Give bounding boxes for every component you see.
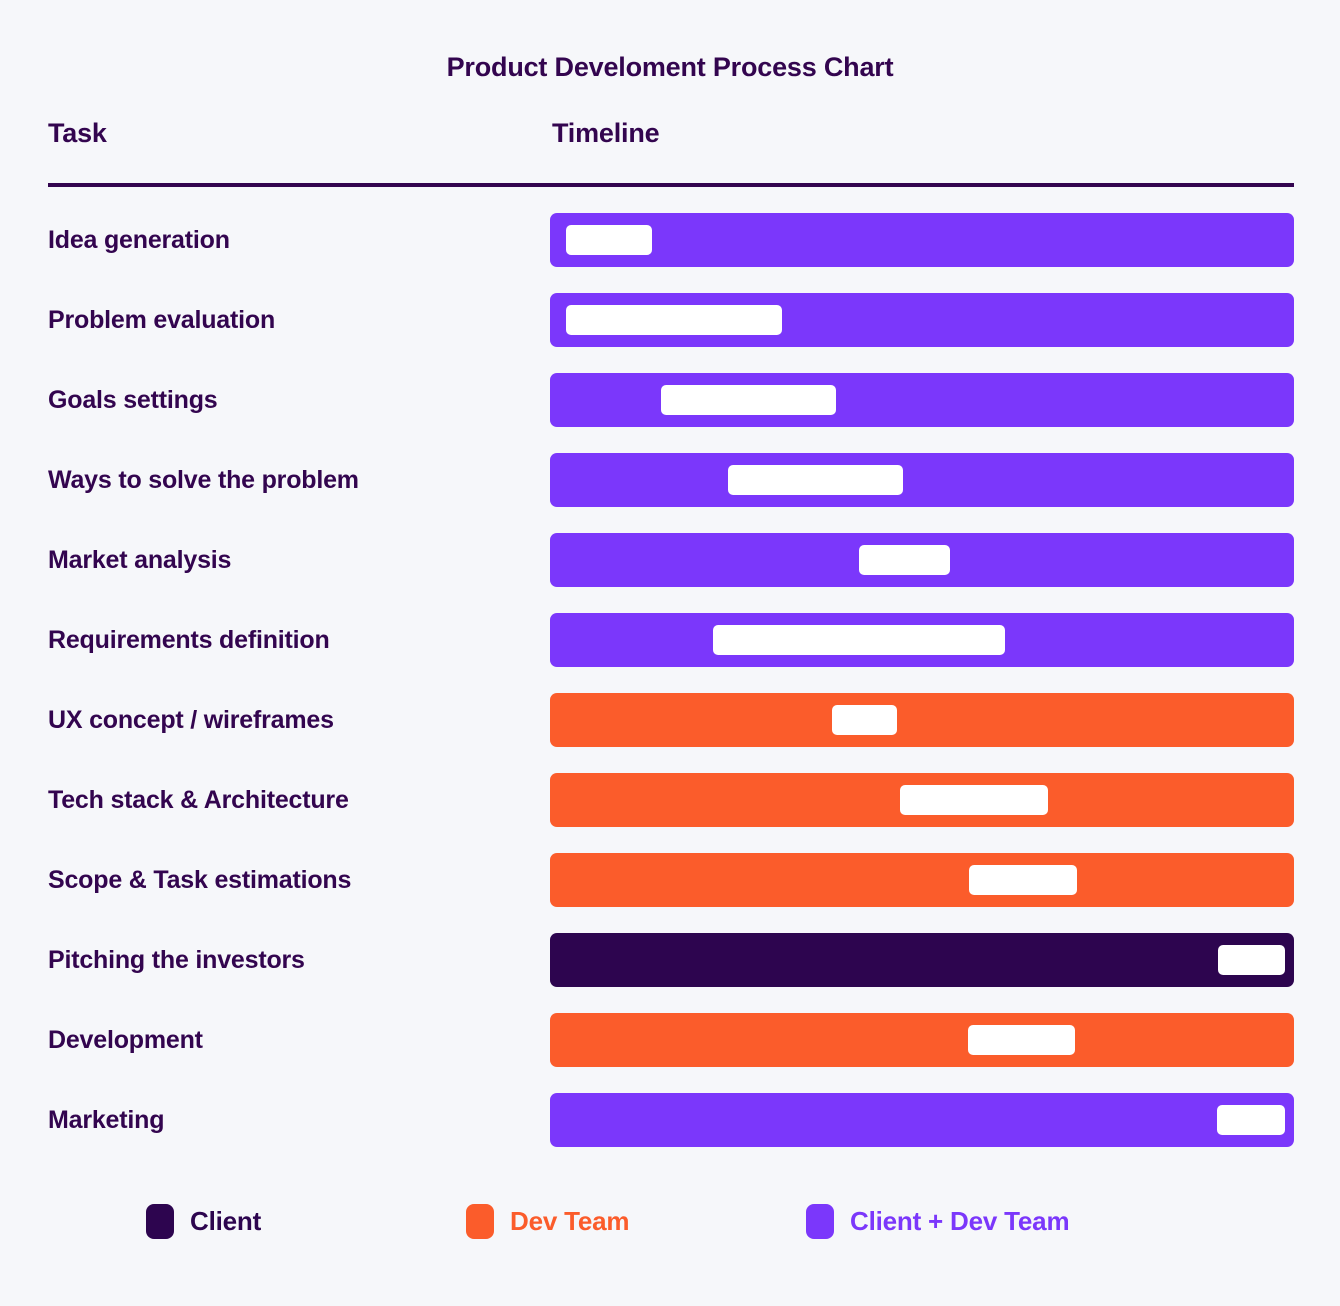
table-row: Tech stack & Architecture [0, 773, 1340, 853]
timeline-bar[interactable] [550, 693, 1294, 747]
timeline-duration-marker[interactable] [566, 305, 783, 335]
page-title: Product Develoment Process Chart [446, 52, 894, 82]
table-row: Goals settings [0, 373, 1340, 453]
timeline-duration-marker[interactable] [712, 625, 1006, 655]
task-label: Market analysis [48, 546, 232, 574]
task-label: Tech stack & Architecture [48, 786, 349, 814]
table-row: Marketing [0, 1093, 1340, 1173]
timeline-bar[interactable] [550, 373, 1294, 427]
legend-swatch-icon [146, 1203, 174, 1239]
gantt-chart-page: Product Develoment Process Chart Task Ti… [0, 0, 1340, 1306]
column-header-task: Task [48, 118, 107, 148]
legend-label: Dev Team [510, 1205, 630, 1236]
timeline-bar[interactable] [550, 213, 1294, 267]
task-label: Idea generation [48, 226, 230, 254]
task-label: Pitching the investors [48, 946, 305, 974]
task-label: Requirements definition [48, 626, 330, 654]
table-row: Idea generation [0, 213, 1340, 293]
table-row: Market analysis [0, 533, 1340, 613]
task-rows: Idea generation Problem evaluation Goals s… [0, 213, 1340, 1173]
legend-item-client[interactable]: Client [146, 1196, 261, 1246]
legend-label: Client [190, 1205, 262, 1236]
column-header-row: Task Timeline [48, 118, 1294, 164]
timeline-duration-marker[interactable] [660, 385, 836, 415]
task-label: Development [48, 1026, 203, 1054]
timeline-duration-marker[interactable] [1217, 1105, 1286, 1135]
table-row: Requirements definition [0, 613, 1340, 693]
timeline-duration-marker[interactable] [858, 545, 951, 575]
timeline-bar[interactable] [550, 533, 1294, 587]
timeline-duration-marker[interactable] [566, 225, 652, 255]
table-row: Development [0, 1013, 1340, 1093]
timeline-duration-marker[interactable] [968, 865, 1077, 895]
timeline-duration-marker[interactable] [968, 1025, 1076, 1055]
timeline-bar[interactable] [550, 853, 1294, 907]
timeline-duration-marker[interactable] [727, 465, 903, 495]
table-row: Problem evaluation [0, 293, 1340, 373]
timeline-bar[interactable] [550, 453, 1294, 507]
legend: Client Dev Team Client + Dev Team [0, 1196, 1340, 1256]
timeline-duration-marker[interactable] [899, 785, 1048, 815]
task-label: Goals settings [48, 386, 218, 414]
timeline-bar[interactable] [550, 293, 1294, 347]
timeline-bar[interactable] [550, 613, 1294, 667]
table-row: Pitching the investors [0, 933, 1340, 1013]
table-row: UX concept / wireframes [0, 693, 1340, 773]
table-row: Ways to solve the problem [0, 453, 1340, 533]
column-header-timeline: Timeline [552, 118, 660, 148]
timeline-bar[interactable] [550, 1093, 1294, 1147]
task-label: UX concept / wireframes [48, 706, 334, 734]
timeline-bar[interactable] [550, 933, 1294, 987]
task-label: Problem evaluation [48, 306, 276, 334]
timeline-bar[interactable] [550, 1013, 1294, 1067]
table-row: Scope & Task estimations [0, 853, 1340, 933]
legend-swatch-icon [806, 1203, 834, 1239]
legend-swatch-icon [466, 1203, 494, 1239]
timeline-duration-marker[interactable] [1218, 945, 1286, 975]
task-label: Scope & Task estimations [48, 866, 352, 894]
legend-label: Client + Dev Team [850, 1205, 1070, 1236]
task-label: Ways to solve the problem [48, 466, 359, 494]
timeline-duration-marker[interactable] [831, 705, 897, 735]
task-label: Marketing [48, 1106, 165, 1134]
header-divider [48, 183, 1294, 187]
timeline-bar[interactable] [550, 773, 1294, 827]
legend-item-client-dev-team[interactable]: Client + Dev Team [806, 1196, 1070, 1246]
legend-item-dev-team[interactable]: Dev Team [466, 1196, 630, 1246]
